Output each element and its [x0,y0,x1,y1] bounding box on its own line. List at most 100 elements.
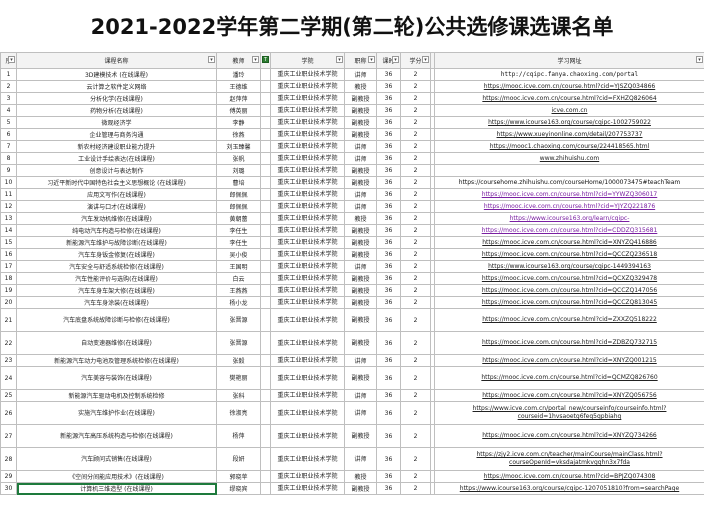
filter-icon[interactable]: ▾ [368,56,375,63]
sheet-title: 2021-2022学年第二学期(第二轮)公共选修课选课名单 [0,0,704,53]
col-header-credit[interactable]: 学分 ▾ [400,52,431,69]
table-row[interactable]: 4 药物分析(在线课程) 傅英丽 重庆工业职业技术学院 副教授 36 2 icve.com.c… [0,104,704,117]
url-cell[interactable]: https://mooc.icve.com.cn/course.html?cid… [434,366,704,390]
college-cell: 重庆工业职业技术学院 [270,248,345,261]
url-cell[interactable]: https://mooc.icve.com.cn/course.html?cid… [434,354,704,367]
filter-icon[interactable]: ▾ [336,56,343,63]
url-cell[interactable]: https://mooc.icve.com.cn/course.html?cid… [434,224,704,237]
col-header-url[interactable]: 学习网址 ▾ [434,52,704,69]
table-row[interactable]: 29 《空间分间能应用技术》(在线课程) 郭晓苹 重庆工业职业技术学院 教授 36 2 htt… [0,470,704,483]
col-header-hours[interactable]: 课时 ▾ [376,52,401,69]
table-row[interactable]: 5 微观经济学 李静 重庆工业职业技术学院 副教授 36 2 https://www.icou… [0,116,704,129]
table-row[interactable]: 11 应用文写作(在线课程) 郎佩佩 重庆工业职业技术学院 讲师 36 2 https://m… [0,188,704,201]
table-row[interactable]: 26 实施汽车维护作业(在线课程) 徐淑亮 重庆工业职业技术学院 讲师 36 2 https:… [0,401,704,425]
filter-icon[interactable]: ▾ [696,56,703,63]
table-row[interactable]: 25 新能源汽车驱动电机及控制系统检修 张科 重庆工业职业技术学院 讲师 36 2 https… [0,389,704,402]
col-header-teacher[interactable]: 教师 ▾ [216,52,261,69]
table-row[interactable]: 12 演讲与口才(在线课程) 郎佩佩 重庆工业职业技术学院 讲师 36 2 https://m… [0,200,704,213]
table-row[interactable]: 9 创意设计与表达制作 刘璐 重庆工业职业技术学院 副教授 36 2 [0,164,704,177]
url-cell[interactable]: https://coursehome.zhihuishu.com/courseH… [434,176,704,189]
col-header-no[interactable]: 序▾ [0,52,17,69]
url-cell[interactable]: https://www.xueyinonline.com/detail/2077… [434,128,704,141]
table-row[interactable]: 8 工业设计手绘表达(在线课程) 张帆 重庆工业职业技术学院 讲师 36 2 www.zhih… [0,152,704,165]
table-row[interactable]: 30 计算机三维造型 (在线课程) 缪晓宾 重庆工业职业技术学院 副教授 36 2 https… [0,482,704,495]
filter-icon[interactable]: ▾ [392,56,399,63]
url-cell[interactable] [434,164,704,177]
college-cell: 重庆工业职业技术学院 [270,236,345,249]
url-cell[interactable]: https://mooc.icve.com.cn/course.html?cid… [434,331,704,355]
url-cell[interactable]: https://mooc.icve.com.cn/course.html?cid… [434,308,704,332]
col-header-filter-active[interactable]: T [260,52,271,69]
url-cell[interactable]: https://www.icourse163.org/course/cqipc-… [434,260,704,273]
course-name-cell: 汽车底盘系统故障诊断与检修(在线课程) [16,308,217,332]
college-cell: 重庆工业职业技术学院 [270,366,345,390]
hours-cell: 36 [376,424,401,448]
url-cell[interactable]: https://www.icve.com.cn/portal_new/cours… [434,401,704,425]
url-cell[interactable]: https://mooc.icve.com.cn/course.html?cid… [434,236,704,249]
url-cell[interactable]: icve.com.cn [434,104,704,117]
filter-icon[interactable]: ▾ [422,56,429,63]
url-cell[interactable]: https://mooc.icve.com.cn/course.html?cid… [434,80,704,93]
course-name-cell: 实施汽车维护作业(在线课程) [16,401,217,425]
row-number-cell: 27 [0,424,17,448]
blank-cell [260,92,271,105]
url-cell[interactable]: http://cqipc.fanya.chaoxing.com/portal [434,68,704,81]
table-row[interactable]: 16 汽车车身钣金修复(在线课程) 吴小俊 重庆工业职业技术学院 副教授 36 2 https… [0,248,704,261]
teacher-cell: 刘璐 [216,164,261,177]
hours-cell: 36 [376,224,401,237]
col-header-college[interactable]: 学院 ▾ [270,52,345,69]
filter-icon[interactable]: ▾ [8,56,15,63]
table-row[interactable]: 20 汽车车身涂装(在线课程) 杨小龙 重庆工业职业技术学院 副教授 36 2 https:/… [0,296,704,309]
col-header-course[interactable]: 课程名称 ▾ [16,52,217,69]
filter-icon[interactable]: ▾ [208,56,215,63]
filter-icon[interactable]: ▾ [252,56,259,63]
url-cell[interactable]: https://mooc.icve.com.cn/course.html?cid… [434,92,704,105]
url-cell[interactable]: https://mooc.icve.com.cn/course.html?cid… [434,248,704,261]
table-row[interactable]: 1 3D建模技术 (在线课程) 潘玲 重庆工业职业技术学院 讲师 36 2 http://cq… [0,68,704,81]
url-cell[interactable]: https://mooc.icve.com.cn/course.html?cid… [434,389,704,402]
table-row[interactable]: 3 分析化学(在线课程) 赵萍萍 重庆工业职业技术学院 副教授 36 2 https://mo… [0,92,704,105]
active-filter-icon[interactable]: T [262,56,269,63]
table-row[interactable]: 19 汽车车身车架大修(在线课程) 王燕燕 重庆工业职业技术学院 副教授 36 2 https… [0,284,704,297]
table-row[interactable]: 14 纯电动汽车构造与检修(在线课程) 李任生 重庆工业职业技术学院 副教授 36 2 htt… [0,224,704,237]
blank-cell [260,447,271,471]
table-row[interactable]: 22 自动变速器维修(在线课程) 张晋源 重庆工业职业技术学院 副教授 36 2 https:… [0,331,704,355]
teacher-cell: 张帆 [216,152,261,165]
url-cell[interactable]: https://mooc.icve.com.cn/course.html?cid… [434,470,704,483]
blank-cell [260,80,271,93]
table-row[interactable]: 10 习近平新时代中国特色社会主义思想概论 (在线课程) 曹培 重庆工业职业技术学院副… [0,176,704,189]
table-row[interactable]: 2 云计算之软件定义网络 王德维 重庆工业职业技术学院 教授 36 2 https://moo… [0,80,704,93]
col-header-rank[interactable]: 职称 ▾ [344,52,377,69]
url-cell[interactable]: https://www.icourse163.org/course/cqipc-… [434,116,704,129]
table-row[interactable]: 27 新能源汽车高压系统构造与检修(在线课程) 杨萍 重庆工业职业技术学院 副教授 36 2… [0,424,704,448]
teacher-cell: 张晋源 [216,308,261,332]
url-cell[interactable]: https://www.icourse163.org/learn/cqipc- [434,212,704,225]
table-row[interactable]: 23 新能源汽车动力电池及管理系统检修(在线课程) 张毅 重庆工业职业技术学院 讲师 36… [0,354,704,367]
table-row[interactable]: 6 企业管理与商务沟通 徐燕 重庆工业职业技术学院 副教授 36 2 https://www.… [0,128,704,141]
url-cell[interactable]: https://zjy2.icve.com.cn/teacher/mainCou… [434,447,704,471]
rank-cell: 教授 [344,212,377,225]
url-cell[interactable]: https://mooc.icve.com.cn/course.html?cid… [434,188,704,201]
table-row[interactable]: 28 汽车顾问式销售(在线课程) 段妍 重庆工业职业技术学院 讲师 36 2 https://… [0,447,704,471]
url-cell[interactable]: https://mooc.icve.com.cn/course.html?cid… [434,424,704,448]
row-number-cell: 14 [0,224,17,237]
hours-cell: 36 [376,176,401,189]
url-cell[interactable]: https://mooc.icve.com.cn/course.html?cid… [434,284,704,297]
table-row[interactable]: 24 汽车美容与装饰(在线课程) 樊艳丽 重庆工业职业技术学院 副教授 36 2 https:… [0,366,704,390]
url-cell[interactable]: www.zhihuishu.com [434,152,704,165]
url-cell[interactable]: https://www.icourse163.org/course/cqipc-… [434,482,704,495]
table-row[interactable]: 15 新能源汽车维护与故障诊断(在线课程) 李任生 重庆工业职业技术学院 副教授 36 2 h… [0,236,704,249]
credit-cell: 2 [400,128,431,141]
url-cell[interactable]: https://mooc.icve.com.cn/course.html?cid… [434,272,704,285]
blank-cell [260,212,271,225]
table-row[interactable]: 17 汽车安全与舒适系统检修(在线课程) 王国明 重庆工业职业技术学院 讲师 36 2 htt… [0,260,704,273]
blank-cell [260,164,271,177]
url-cell[interactable]: https://mooc.icve.com.cn/course.html?cid… [434,200,704,213]
table-row[interactable]: 18 汽车性能评价与选购(在线课程) 白云 重庆工业职业技术学院 副教授 36 2 https… [0,272,704,285]
table-row[interactable]: 21 汽车底盘系统故障诊断与检修(在线课程) 张晋源 重庆工业职业技术学院 副教授 36 2… [0,308,704,332]
table-row[interactable]: 7 新农村经济建设职业能力提升 刘玉臻馨 重庆工业职业技术学院 讲师 36 2 https:/… [0,140,704,153]
url-cell[interactable]: https://mooc1.chaoxing.com/course/224418… [434,140,704,153]
url-cell[interactable]: https://mooc.icve.com.cn/course.html?cid… [434,296,704,309]
table-row[interactable]: 13 汽车发动机维修(在线课程) 黄朝蕾 重庆工业职业技术学院 教授 36 2 https:/… [0,212,704,225]
course-name-cell: 汽车车身钣金修复(在线课程) [16,248,217,261]
